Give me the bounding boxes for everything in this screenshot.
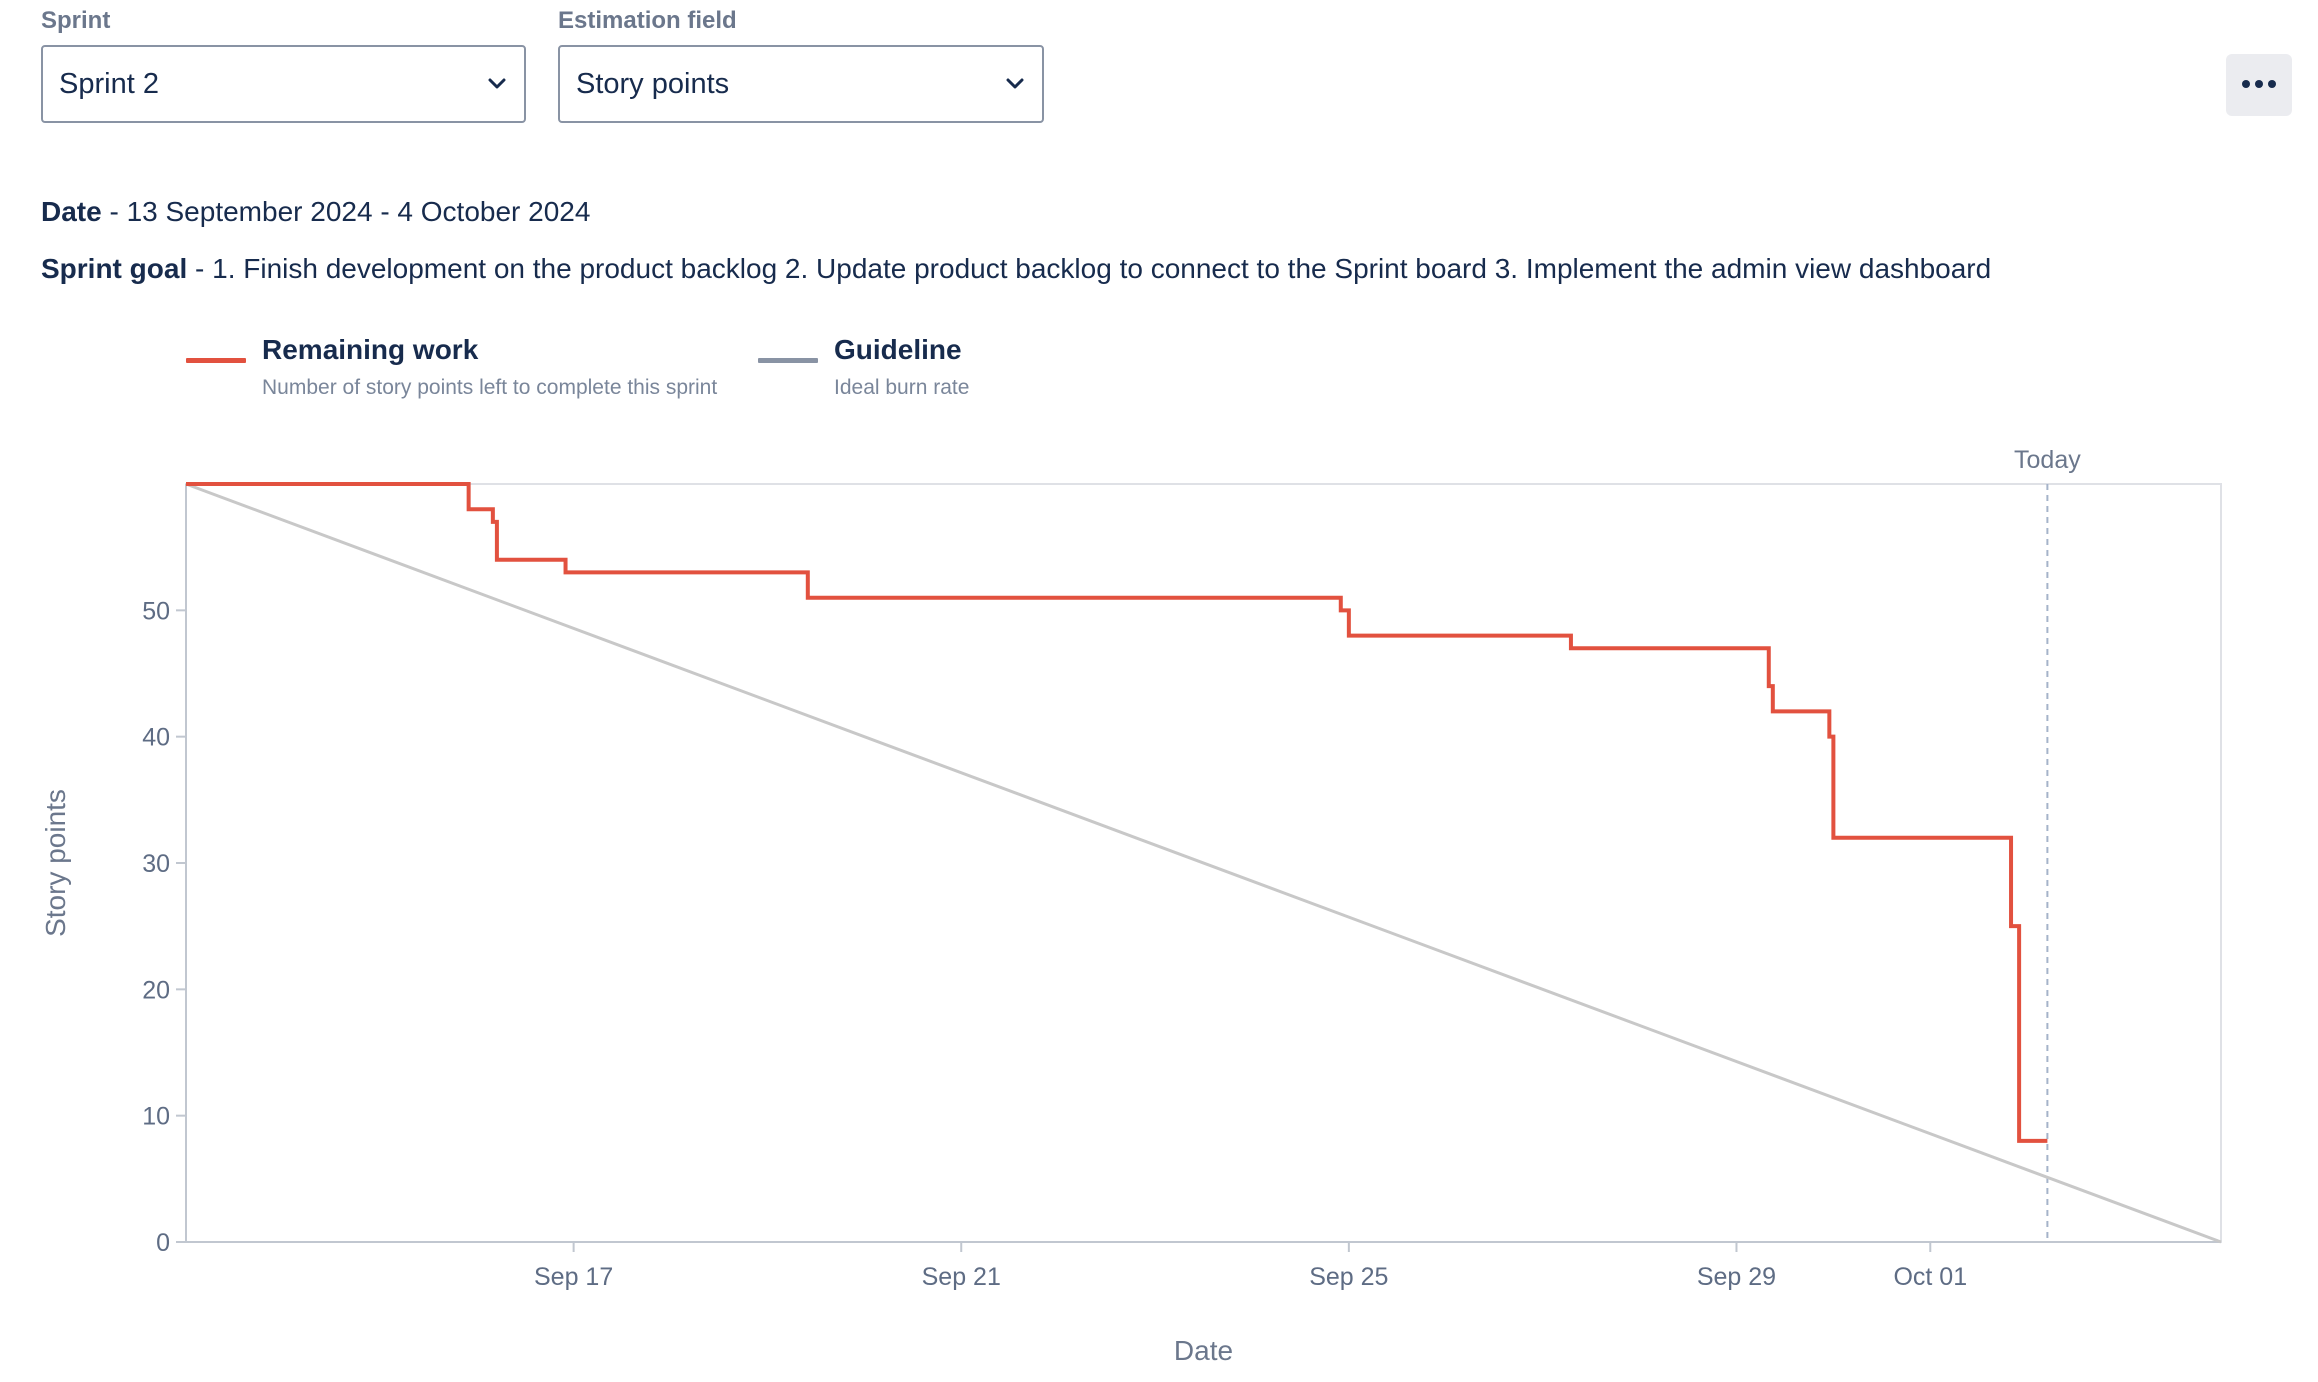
- y-tick-label: 40: [142, 724, 170, 752]
- x-tick-label: Sep 29: [1697, 1263, 1776, 1291]
- more-horizontal-icon: [2241, 76, 2277, 94]
- sprint-select-value: Sprint 2: [59, 67, 159, 100]
- x-tick-label: Sep 17: [534, 1263, 613, 1291]
- legend-guideline-subtitle: Ideal burn rate: [834, 376, 970, 399]
- remaining-work-series: [186, 482, 2048, 1143]
- x-axis-title: Date: [1174, 1335, 1233, 1366]
- estimation-select[interactable]: Story points: [558, 45, 1044, 123]
- sprint-select[interactable]: Sprint 2: [41, 45, 526, 123]
- sprint-dates: Date - 13 September 2024 - 4 October 202…: [41, 196, 590, 228]
- y-tick-label: 20: [142, 976, 170, 1004]
- today-label: Today: [2014, 446, 2081, 474]
- estimation-field-label: Estimation field: [558, 7, 737, 34]
- x-tick-label: Sep 25: [1309, 1263, 1388, 1291]
- more-actions-button[interactable]: [2226, 54, 2292, 116]
- chevron-down-icon: [486, 73, 508, 95]
- y-tick-label: 10: [142, 1103, 170, 1131]
- sprint-goal-value: - 1. Finish development on the product b…: [187, 253, 1992, 284]
- y-tick-label: 30: [142, 850, 170, 878]
- date-label: Date: [41, 196, 102, 227]
- sprint-goal: Sprint goal - 1. Finish development on t…: [41, 253, 1991, 285]
- legend-remaining-swatch: [186, 358, 246, 363]
- legend-remaining-subtitle: Number of story points left to complete …: [262, 376, 718, 399]
- sprint-goal-label: Sprint goal: [41, 253, 188, 284]
- date-value: - 13 September 2024 - 4 October 2024: [101, 196, 591, 227]
- chevron-down-icon: [1004, 73, 1026, 95]
- legend-guideline-swatch: [758, 358, 818, 363]
- plot-frame: [185, 483, 2222, 1243]
- legend-guideline-title: Guideline: [834, 334, 962, 365]
- x-tick-label: Sep 21: [922, 1263, 1001, 1291]
- legend-remaining-title: Remaining work: [262, 334, 479, 365]
- estimation-select-value: Story points: [576, 67, 730, 100]
- y-axis-title: Story points: [40, 789, 71, 937]
- sprint-field-label: Sprint: [41, 7, 111, 34]
- guideline-series: [185, 482, 2222, 1244]
- y-tick-label: 50: [142, 597, 170, 625]
- y-tick-label: 0: [156, 1229, 170, 1257]
- x-tick-label: Oct 01: [1893, 1263, 1967, 1291]
